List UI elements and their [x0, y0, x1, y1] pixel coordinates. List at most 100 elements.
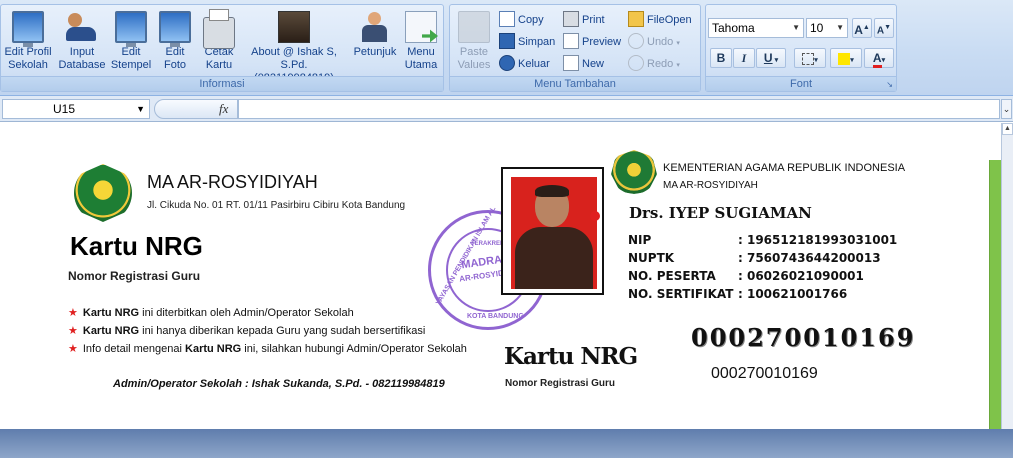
underline-button[interactable]: U ▾	[756, 48, 786, 68]
nrg-title: Kartu NRG	[504, 343, 638, 370]
note-item: ★ Kartu NRG ini diterbitkan oleh Admin/Op…	[68, 306, 354, 319]
save-icon	[499, 33, 515, 50]
dialog-launcher-icon[interactable]: ↘	[886, 80, 893, 89]
print-button[interactable]: Print	[563, 10, 605, 30]
font-family-value: Tahoma	[712, 21, 755, 35]
button-label: Edit Stempel	[110, 46, 152, 71]
printer-icon	[563, 11, 579, 28]
copy-icon	[499, 11, 515, 28]
name-box[interactable]: U15 ▼	[2, 99, 150, 119]
borders-icon	[802, 52, 815, 65]
edit-profil-sekolah-button[interactable]: Edit Profil Sekolah	[3, 11, 53, 72]
sheet-bottom-area	[0, 429, 1013, 458]
insert-function-icon[interactable]: fx	[219, 101, 228, 117]
fileopen-button[interactable]: FileOpen	[628, 10, 692, 30]
monitor-icon	[12, 11, 44, 47]
button-label: Edit Foto	[163, 46, 186, 71]
petunjuk-button[interactable]: Petunjuk	[351, 11, 399, 59]
cetak-kartu-button[interactable]: Cetak Kartu	[199, 9, 239, 72]
input-database-button[interactable]: Input Database	[57, 11, 107, 72]
group-label-menu-tambahan: Menu Tambahan	[450, 76, 700, 91]
field-key: NO. SERTIFIKAT	[628, 287, 734, 301]
simpan-button[interactable]: Simpan	[499, 32, 555, 52]
button-label: Petunjuk	[353, 46, 397, 58]
star-icon: ★	[68, 325, 78, 337]
button-label: Edit Profil Sekolah	[4, 46, 52, 71]
formula-input[interactable]	[238, 99, 1000, 119]
new-document-icon	[563, 55, 579, 72]
card-title: Kartu NRG	[70, 231, 203, 261]
shrink-font-button[interactable]: A▼	[874, 18, 894, 38]
button-label: Menu Utama	[404, 46, 438, 71]
monitor-icon	[159, 11, 191, 47]
grow-font-button[interactable]: A▲	[852, 18, 872, 38]
fill-color-button[interactable]: ▾	[830, 48, 862, 68]
underline-icon: U	[763, 51, 773, 65]
field-row: NO. SERTIFIKAT: 100621001766	[628, 287, 847, 301]
teacher-name: Drs. IYEP SUGIAMAN	[629, 204, 812, 222]
chevron-down-icon: ▼	[792, 23, 800, 32]
kemenag-logo-icon	[611, 150, 657, 194]
ministry-school: MA AR-ROSYIDIYAH	[663, 180, 758, 191]
group-font: Tahoma ▼ 10 ▼ A▲ A▼ B I U ▾ ▾ ▾ A▾ Font ↘	[705, 4, 897, 92]
bold-button[interactable]: B	[710, 48, 732, 68]
undo-button[interactable]: Undo ▾	[628, 32, 680, 52]
person-icon	[359, 11, 391, 43]
teacher-photo-frame	[501, 167, 604, 295]
edit-stempel-button[interactable]: Edit Stempel	[109, 11, 153, 72]
font-color-icon: A	[872, 51, 882, 68]
formula-bar: U15 ▼ fx ⌄	[0, 96, 1013, 122]
field-row: NO. PESERTA : 06026021090001	[628, 269, 864, 283]
button-label: New	[582, 58, 605, 70]
font-size-select[interactable]: 10 ▼	[806, 18, 848, 38]
new-button[interactable]: New	[563, 54, 604, 74]
note-item: ★ Kartu NRG ini hanya diberikan kepada Gu…	[68, 324, 425, 337]
field-value: : 06026021090001	[738, 269, 864, 283]
copy-button[interactable]: Copy	[499, 10, 544, 30]
button-label: Input Database	[58, 46, 106, 71]
keluar-button[interactable]: Keluar	[499, 54, 550, 74]
folder-open-icon	[628, 11, 644, 28]
nrg-subtitle: Nomor Registrasi Guru	[505, 378, 616, 389]
edit-foto-button[interactable]: Edit Foto	[157, 11, 193, 72]
italic-icon: I	[741, 51, 747, 65]
author-photo-icon	[278, 11, 310, 43]
scroll-up-icon[interactable]: ▲	[1002, 123, 1013, 135]
ministry-name: KEMENTERIAN AGAMA REPUBLIK INDONESIA	[663, 162, 906, 174]
monitor-icon	[115, 11, 147, 47]
button-label: FileOpen	[647, 14, 692, 26]
bold-icon: B	[716, 51, 726, 65]
vertical-scrollbar[interactable]: ▲	[1001, 123, 1013, 429]
preview-button[interactable]: Preview	[563, 32, 621, 52]
field-key: NUPTK	[628, 251, 675, 265]
redo-button[interactable]: Redo ▾	[628, 54, 680, 74]
menu-utama-button[interactable]: Menu Utama	[401, 11, 441, 72]
borders-button[interactable]: ▾	[794, 48, 826, 68]
school-address: Jl. Cikuda No. 01 RT. 01/11 Pasirbiru Ci…	[147, 200, 406, 211]
chevron-down-icon: ▼	[136, 104, 145, 114]
button-label: Keluar	[518, 58, 550, 70]
printer-icon	[203, 9, 235, 49]
nrg-number-small: 000270010169	[711, 365, 818, 382]
italic-button[interactable]: I	[733, 48, 755, 68]
about-button[interactable]: About @ Ishak S, S.Pd. (082119984819)	[241, 11, 347, 85]
note-post: ini hanya diberikan kepada Guru yang sud…	[139, 325, 426, 337]
expand-formula-bar-icon[interactable]: ⌄	[1001, 99, 1012, 119]
green-side-bar	[989, 160, 1001, 429]
note-pre: Info detail mengenai	[82, 343, 186, 355]
chevron-down-icon: ▾	[676, 62, 680, 69]
button-label: Copy	[518, 14, 544, 26]
button-label: Simpan	[518, 36, 556, 48]
paste-values-button[interactable]: Paste Values	[454, 11, 494, 72]
worksheet[interactable]: MA AR-ROSYIDIYAH Jl. Cikuda No. 01 RT. 0…	[0, 123, 1001, 429]
name-box-value: U15	[53, 102, 76, 116]
people-icon	[66, 11, 98, 43]
group-label-font: Font	[706, 76, 896, 91]
chevron-down-icon: ▾	[676, 40, 680, 47]
field-value: : 196512181993031001	[738, 233, 898, 247]
photo-hair	[535, 185, 569, 197]
school-name: MA AR-ROSYIDIYAH	[147, 172, 318, 192]
font-family-select[interactable]: Tahoma ▼	[708, 18, 804, 38]
font-color-button[interactable]: A▾	[864, 48, 894, 68]
field-key: NO. PESERTA	[628, 269, 716, 283]
